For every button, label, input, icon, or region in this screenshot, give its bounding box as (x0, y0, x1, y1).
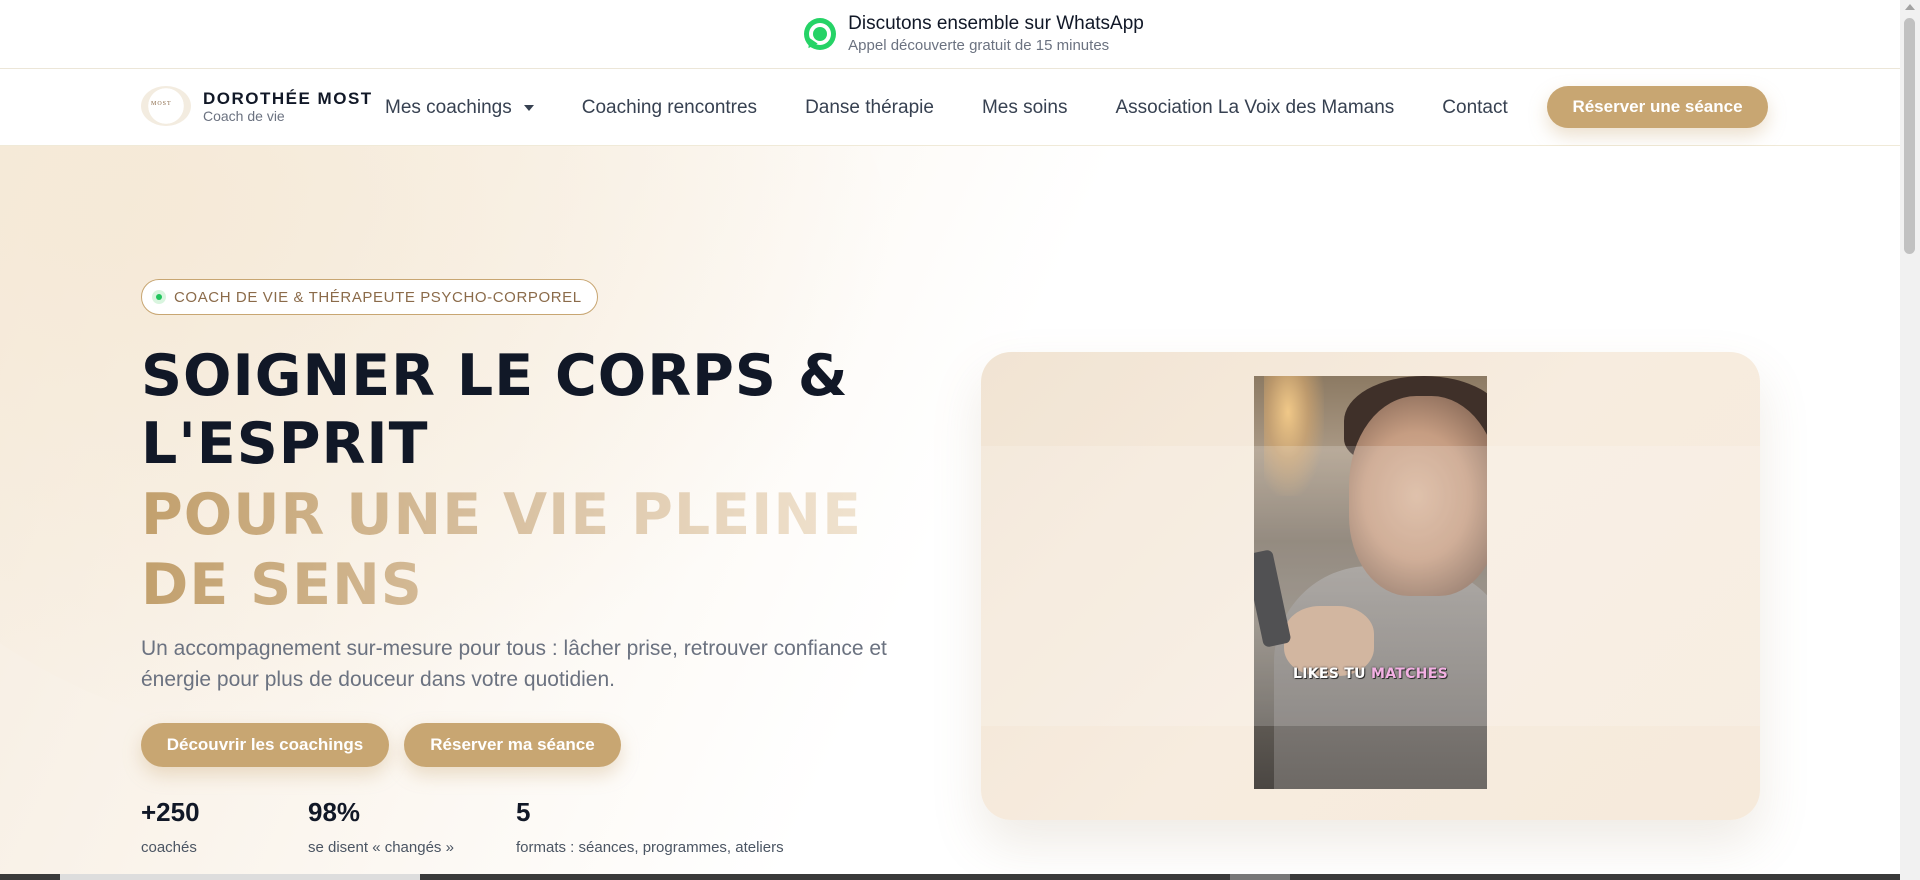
stat-formats: 5 formats : séances, programmes, atelier… (516, 796, 784, 858)
brand-home-link[interactable]: MOST DOROTHÉE MOST Coach de vie (141, 86, 373, 126)
hero-video[interactable]: LIKES TU MATCHES (1254, 376, 1487, 789)
stat-label: se disent « changés » (308, 839, 454, 856)
hero-title: SOIGNER LE CORPS & L'ESPRIT (141, 343, 849, 477)
main-navigation: MOST DOROTHÉE MOST Coach de vie Mes coac… (0, 69, 1900, 146)
page-scrollbar[interactable] (1900, 0, 1920, 880)
brand-name: DOROTHÉE MOST (203, 88, 373, 108)
bottom-edge (0, 874, 1900, 880)
hero-badge: COACH DE VIE & THÉRAPEUTE PSYCHO-CORPORE… (141, 279, 598, 315)
book-my-session-button[interactable]: Réserver ma séance (404, 723, 621, 767)
hero-section: COACH DE VIE & THÉRAPEUTE PSYCHO-CORPORE… (0, 146, 1900, 880)
stat-changed: 98% se disent « changés » (308, 796, 454, 858)
scroll-up-arrow-icon[interactable] (1905, 4, 1915, 10)
book-session-button[interactable]: Réserver une séance (1547, 86, 1768, 128)
stat-value: 5 (516, 797, 531, 827)
nav-item-coaching-rencontres[interactable]: Coaching rencontres (582, 97, 757, 119)
nav-item-danse-therapie[interactable]: Danse thérapie (805, 97, 934, 119)
video-caption: LIKES TU MATCHES (1293, 666, 1448, 682)
stat-value: +250 (141, 797, 200, 827)
caret-down-icon (523, 104, 534, 111)
hero-lead: Un accompagnement sur-mesure pour tous :… (141, 637, 887, 691)
whatsapp-icon (804, 18, 837, 52)
status-dot-icon (152, 290, 166, 304)
nav-item-association[interactable]: Association La Voix des Mamans (1115, 97, 1394, 119)
nav-item-contact[interactable]: Contact (1442, 97, 1507, 119)
whatsapp-banner-subtitle: Appel découverte gratuit de 15 minutes (848, 37, 1110, 54)
whatsapp-banner[interactable]: Discutons ensemble sur WhatsApp Appel dé… (0, 0, 1900, 69)
nav-item-mes-coachings[interactable]: Mes coachings (385, 97, 534, 119)
stat-coached: +250 coachés (141, 796, 200, 858)
brand-tagline: Coach de vie (203, 107, 285, 124)
stat-value: 98% (308, 797, 361, 827)
stat-label: formats : séances, programmes, ateliers (516, 839, 784, 856)
scrollbar-thumb[interactable] (1904, 18, 1915, 254)
hero-title-accent: POUR UNE VIE PLEINE DE SENS (141, 480, 941, 620)
whatsapp-banner-title: Discutons ensemble sur WhatsApp (848, 13, 1144, 34)
stat-label: coachés (141, 839, 197, 856)
nav-item-mes-soins[interactable]: Mes soins (982, 97, 1068, 119)
discover-coachings-button[interactable]: Découvrir les coachings (141, 723, 389, 767)
video-card: LIKES TU MATCHES (981, 352, 1760, 820)
brand-logo: MOST (141, 86, 191, 126)
